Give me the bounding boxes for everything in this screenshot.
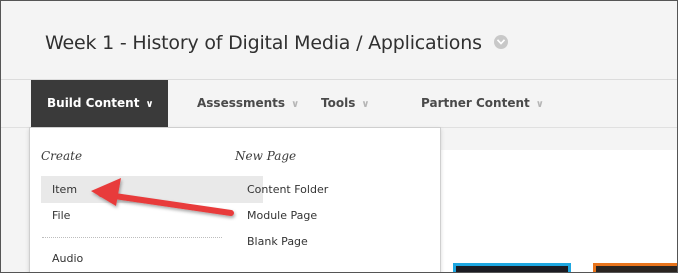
new-page-module-page-option[interactable]: Module Page <box>235 202 427 229</box>
chevron-down-icon: ∨ <box>361 99 370 110</box>
tools-label: Tools <box>321 96 356 110</box>
chevron-down-icon: ∨ <box>145 99 154 110</box>
page-header: Week 1 - History of Digital Media / Appl… <box>1 1 677 80</box>
content-thumbnail[interactable] <box>453 263 571 272</box>
new-page-content-folder-option[interactable]: Content Folder <box>235 176 427 203</box>
menu-divider <box>42 237 222 238</box>
content-menubar: Build Content ∨ Assessments ∨ Tools ∨ Partn… <box>1 80 677 128</box>
content-panel <box>439 150 677 272</box>
page-title-text: Week 1 - History of Digital Media / Appl… <box>45 32 482 54</box>
screenshot-frame: Week 1 - History of Digital Media / Appl… <box>0 0 678 273</box>
assessments-menu[interactable]: Assessments ∨ <box>197 80 299 127</box>
chevron-circle-down-icon[interactable] <box>493 34 508 49</box>
red-arrow-icon <box>91 178 234 216</box>
build-content-menu[interactable]: Build Content ∨ <box>31 80 168 127</box>
chevron-down-icon: ∨ <box>535 99 544 110</box>
tools-menu[interactable]: Tools ∨ <box>321 80 369 127</box>
build-content-label: Build Content <box>47 96 140 110</box>
assessments-label: Assessments <box>197 96 286 110</box>
partner-content-label: Partner Content <box>421 96 530 110</box>
create-audio-option[interactable]: Audio <box>41 245 222 272</box>
partner-content-menu[interactable]: Partner Content ∨ <box>421 80 544 127</box>
page-title[interactable]: Week 1 - History of Digital Media / Appl… <box>45 32 508 54</box>
new-page-heading: New Page <box>235 149 297 163</box>
chevron-down-icon: ∨ <box>291 99 300 110</box>
new-page-blank-page-option[interactable]: Blank Page <box>235 228 427 255</box>
content-thumbnail[interactable] <box>593 263 677 272</box>
